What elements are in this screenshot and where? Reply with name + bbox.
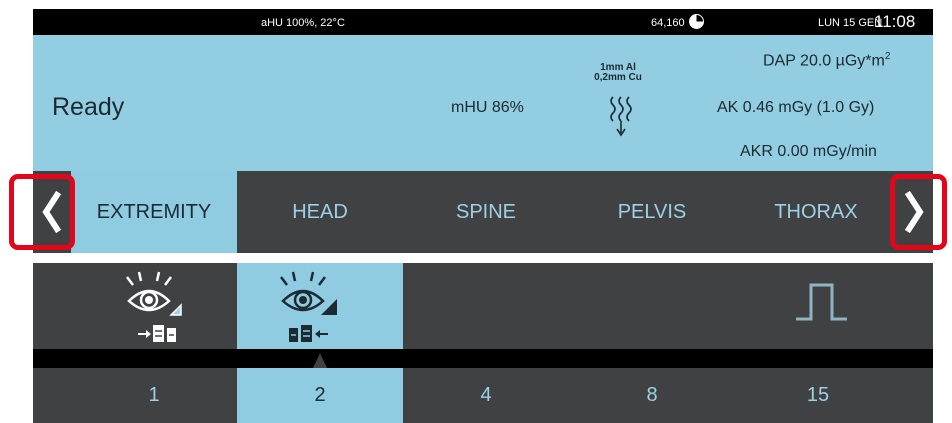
time-display: 11:08 xyxy=(874,12,916,31)
ak-readout: AK 0.46 mGy (1.0 Gy) xyxy=(717,99,875,116)
akr-readout: AKR 0.00 mGy/min xyxy=(740,143,877,160)
storage-pie-icon xyxy=(689,14,704,29)
pulse-icon xyxy=(796,283,847,321)
mode-pulsed[interactable] xyxy=(735,263,933,349)
tab-head[interactable]: HEAD xyxy=(237,171,403,253)
tab-thorax[interactable]: THORAX xyxy=(735,171,897,253)
environment-status: aHU 100%, 22°C xyxy=(261,17,345,29)
highlight-outline-right xyxy=(890,174,947,250)
selection-divider xyxy=(33,349,933,368)
exposure-counter: 64,160 xyxy=(651,17,685,29)
eye-dose-left-icon xyxy=(126,271,182,342)
filter-line-2: 0,2mm Cu xyxy=(594,72,642,83)
mode-slot-empty-1 xyxy=(403,263,569,349)
mode-eye-dose-right[interactable] xyxy=(237,263,403,349)
pulse-rate-4[interactable]: 4 xyxy=(403,368,569,423)
filter-wave-icon xyxy=(610,96,632,137)
pulse-rate-8[interactable]: 8 xyxy=(569,368,735,423)
mode-slot-empty-2 xyxy=(569,263,735,349)
filter-label: 1mm Al 0,2mm Cu xyxy=(588,63,648,83)
pulse-rate-15[interactable]: 15 xyxy=(735,368,901,423)
selection-pointer-icon xyxy=(313,353,327,368)
mode-eye-dose-left[interactable] xyxy=(71,263,237,349)
highlight-outline-left xyxy=(9,174,75,250)
eye-dose-right-icon xyxy=(280,271,337,342)
xray-console-screen: aHU 100%, 22°C 64,160 LUN 15 GEN 11:08 R… xyxy=(0,0,952,423)
tab-extremity[interactable]: EXTREMITY xyxy=(71,171,237,253)
dap-value: DAP 20.0 µGy*m xyxy=(763,52,885,70)
date-display: LUN 15 GEN xyxy=(818,17,883,29)
pulse-rate-bar: 1 2 4 8 15 xyxy=(33,368,933,423)
pulse-rate-2[interactable]: 2 xyxy=(237,368,403,423)
dap-exponent: 2 xyxy=(884,51,891,62)
fluoro-mode-bar xyxy=(33,263,933,349)
pulse-rate-1[interactable]: 1 xyxy=(71,368,237,423)
tab-spine[interactable]: SPINE xyxy=(403,171,569,253)
status-bar: aHU 100%, 22°C 64,160 LUN 15 GEN 11:08 xyxy=(33,9,933,35)
dap-readout: DAP 20.0 µGy*m2 xyxy=(763,51,890,70)
tube-heat-readout: mHU 86% xyxy=(451,99,524,116)
system-status: Ready xyxy=(52,93,125,121)
exposure-status-panel: Ready mHU 86% 1mm Al 0,2mm Cu DAP 20.0 µ… xyxy=(33,35,933,171)
tab-pelvis[interactable]: PELVIS xyxy=(569,171,735,253)
anatomical-region-bar: EXTREMITY HEAD SPINE PELVIS THORAX xyxy=(33,171,933,253)
